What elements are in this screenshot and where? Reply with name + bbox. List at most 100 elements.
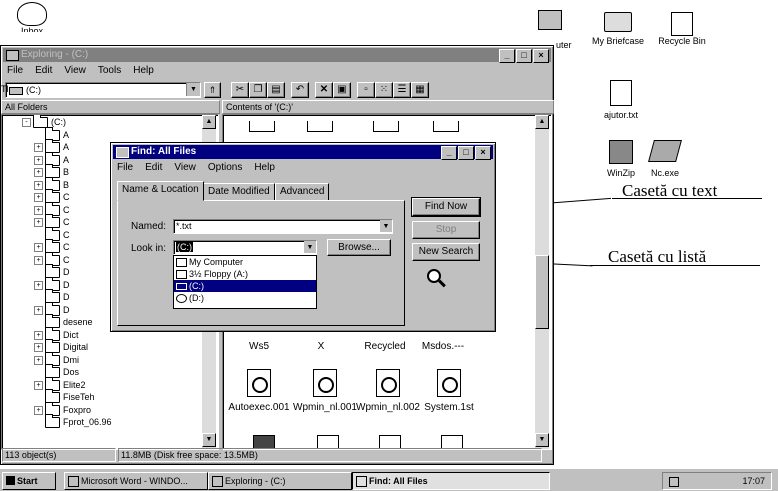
tab-advanced[interactable]: Advanced (275, 183, 330, 201)
menu-edit[interactable]: Edit (33, 65, 54, 76)
scroll-up-icon[interactable]: ▲ (535, 115, 549, 129)
close-icon[interactable]: × (533, 49, 549, 63)
expand-icon[interactable]: + (34, 180, 43, 190)
task-word[interactable]: Microsoft Word - WINDO... (64, 472, 208, 490)
up-folder-button[interactable]: ⇑ (204, 82, 221, 98)
expand-icon[interactable]: + (34, 193, 43, 203)
menu-view[interactable]: View (62, 65, 88, 76)
find-now-button[interactable]: Find Now (412, 198, 480, 216)
expand-icon[interactable]: + (34, 218, 43, 228)
start-button[interactable]: Start (2, 472, 56, 490)
tree-item[interactable]: + Digital (34, 339, 88, 354)
tree-item[interactable]: + Dmi (34, 351, 79, 366)
chevron-down-icon[interactable]: ▼ (380, 220, 392, 232)
find-menu-options[interactable]: Options (206, 162, 244, 173)
expand-icon[interactable]: + (34, 305, 43, 315)
close-icon[interactable]: × (475, 146, 491, 160)
scroll-up-icon[interactable]: ▲ (202, 115, 216, 129)
clock[interactable]: 17:07 (742, 473, 765, 489)
menu-tools[interactable]: Tools (96, 65, 123, 76)
list-item-floppy[interactable]: 3½ Floppy (A:) (174, 268, 316, 280)
expand-icon[interactable]: + (34, 155, 43, 165)
expand-icon[interactable]: + (34, 168, 43, 178)
scroll-down-icon[interactable]: ▼ (202, 433, 216, 447)
expand-icon[interactable]: + (34, 205, 43, 215)
explorer-titlebar[interactable]: Exploring - (C:) _ □ × (3, 48, 551, 63)
small-icons-button[interactable]: ⁙ (375, 82, 393, 98)
list-view-button[interactable]: ☰ (393, 82, 411, 98)
my-briefcase-icon[interactable]: My Briefcase (586, 12, 650, 46)
tree-item[interactable]: - (C:) (22, 115, 66, 129)
find-menu-file[interactable]: File (115, 162, 135, 173)
lookin-dropdown-list[interactable]: My Computer 3½ Floppy (A:) (C:) (D:) (173, 255, 317, 309)
chevron-down-icon[interactable]: ▼ (186, 83, 200, 96)
task-exploring[interactable]: Exploring - (C:) (208, 472, 352, 490)
expand-icon[interactable]: + (34, 343, 43, 353)
minimize-icon[interactable]: _ (441, 146, 457, 160)
chevron-down-icon[interactable]: ▼ (304, 241, 316, 253)
address-combo[interactable]: (C:) ▼ (5, 82, 201, 98)
undo-button[interactable]: ↶ (291, 82, 309, 98)
nc-exe-icon[interactable]: Nc.exe (640, 140, 690, 178)
tree-item-label: C (63, 242, 70, 252)
tree-item[interactable]: Dos (34, 364, 79, 379)
menu-file[interactable]: File (5, 65, 25, 76)
paste-button[interactable]: ▤ (267, 82, 285, 98)
expand-icon[interactable]: + (34, 243, 43, 253)
copy-button[interactable]: ❐ (249, 82, 267, 98)
maximize-icon[interactable]: □ (516, 49, 532, 63)
folder-partial[interactable] (307, 121, 333, 132)
lookin-select[interactable]: (C:) ▼ (173, 240, 317, 255)
find-menu-edit[interactable]: Edit (143, 162, 164, 173)
expand-icon[interactable]: + (34, 355, 43, 365)
my-computer-icon[interactable]: uter (530, 10, 572, 50)
inbox-icon[interactable]: Inbox (12, 2, 52, 32)
minimize-icon[interactable]: _ (499, 49, 515, 63)
maximize-icon[interactable]: □ (458, 146, 474, 160)
list-item-d-drive[interactable]: (D:) (174, 292, 316, 304)
expand-icon[interactable]: + (34, 280, 43, 290)
find-menu-view[interactable]: View (172, 162, 198, 173)
list-item-c-drive[interactable]: (C:) (174, 280, 316, 292)
menu-help[interactable]: Help (131, 65, 156, 76)
file-msdos[interactable]: Msdos.--- (395, 341, 491, 352)
expand-icon[interactable]: + (34, 380, 43, 390)
recycle-bin-icon[interactable]: Recycle Bin (650, 12, 714, 46)
tab-name-location[interactable]: Name & Location (117, 181, 204, 201)
new-search-button[interactable]: New Search (412, 243, 480, 261)
tree-item[interactable]: FiseTeh (34, 389, 95, 404)
expand-icon[interactable]: + (34, 143, 43, 153)
speaker-icon[interactable] (669, 477, 679, 487)
cut-button[interactable]: ✂ (231, 82, 249, 98)
task-find[interactable]: Find: All Files (352, 472, 550, 490)
details-view-button[interactable]: ▦ (411, 82, 429, 98)
expand-icon[interactable]: + (34, 330, 43, 340)
find-menu-help[interactable]: Help (252, 162, 277, 173)
contents-scrollbar[interactable]: ▲ ▼ (535, 115, 549, 449)
list-item-my-computer[interactable]: My Computer (174, 256, 316, 268)
find-titlebar[interactable]: Find: All Files _ □ × (113, 145, 493, 160)
stop-button[interactable]: Stop (412, 221, 480, 239)
properties-button[interactable]: ▣ (333, 82, 351, 98)
tree-item[interactable]: + Dict (34, 326, 79, 341)
folder-partial[interactable] (373, 121, 399, 132)
scroll-down-icon[interactable]: ▼ (535, 433, 549, 447)
tree-item[interactable]: Fprot_06.96 (34, 414, 112, 429)
folder-partial[interactable] (249, 121, 275, 132)
collapse-icon[interactable]: - (22, 118, 31, 128)
tree-item[interactable]: + Foxpro (34, 401, 91, 416)
file-system-1st[interactable]: System.1st (401, 369, 497, 413)
winzip-icon[interactable]: WinZip (596, 140, 646, 178)
tree-item[interactable]: + Elite2 (34, 376, 86, 391)
expand-icon[interactable]: + (34, 405, 43, 415)
scroll-thumb[interactable] (535, 255, 549, 329)
large-icons-button[interactable]: ▫ (357, 82, 375, 98)
delete-button[interactable]: ✕ (315, 82, 333, 98)
tab-date-modified[interactable]: Date Modified (203, 183, 275, 201)
tree-item[interactable]: desene (34, 314, 93, 329)
ajutor-txt-icon[interactable]: ajutor.txt (596, 80, 646, 120)
named-input[interactable]: *.txt ▼ (173, 219, 393, 234)
folder-partial[interactable] (433, 121, 459, 132)
expand-icon[interactable]: + (34, 255, 43, 265)
browse-button[interactable]: Browse... (327, 239, 391, 256)
